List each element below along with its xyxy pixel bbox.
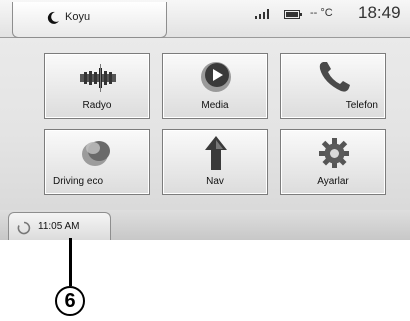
temperature-readout: -- °C xyxy=(310,7,333,19)
nav-tile[interactable]: Nav xyxy=(162,129,268,195)
loading-icon xyxy=(17,221,31,235)
nav-label: Nav xyxy=(206,176,224,187)
radio-icon xyxy=(80,64,116,92)
media-tile[interactable]: Media xyxy=(162,53,268,119)
gear-icon xyxy=(319,138,349,168)
driving-eco-tile[interactable]: Driving eco xyxy=(44,129,150,195)
moon-icon xyxy=(47,11,59,24)
play-icon xyxy=(201,62,231,92)
time-tab[interactable]: 11:05 AM xyxy=(8,212,111,240)
media-label: Media xyxy=(201,100,229,111)
status-bar: Koyu -- °C 18:49 xyxy=(0,0,410,38)
head-unit-screen: Koyu -- °C 18:49 Radyo Media Telefon Dri… xyxy=(0,0,410,240)
eco-leaf-icon xyxy=(82,141,110,166)
phone-tile[interactable]: Telefon xyxy=(280,53,386,119)
profile-tab[interactable]: Koyu xyxy=(12,2,167,38)
navigation-arrow-icon xyxy=(205,136,227,170)
callout-line xyxy=(69,238,72,286)
time-tab-label: 11:05 AM xyxy=(38,221,80,232)
signal-icon xyxy=(255,9,269,19)
phone-icon xyxy=(319,62,350,92)
settings-tile[interactable]: Ayarlar xyxy=(280,129,386,195)
driving-eco-label: Driving eco xyxy=(53,176,104,187)
profile-label: Koyu xyxy=(65,11,91,23)
radio-label: Radyo xyxy=(82,100,112,111)
phone-label: Telefon xyxy=(345,100,378,111)
callout-number-badge: 6 xyxy=(55,286,85,316)
settings-label: Ayarlar xyxy=(317,176,349,187)
battery-icon xyxy=(284,10,302,19)
clock: 18:49 xyxy=(358,3,401,22)
radio-tile[interactable]: Radyo xyxy=(44,53,150,119)
